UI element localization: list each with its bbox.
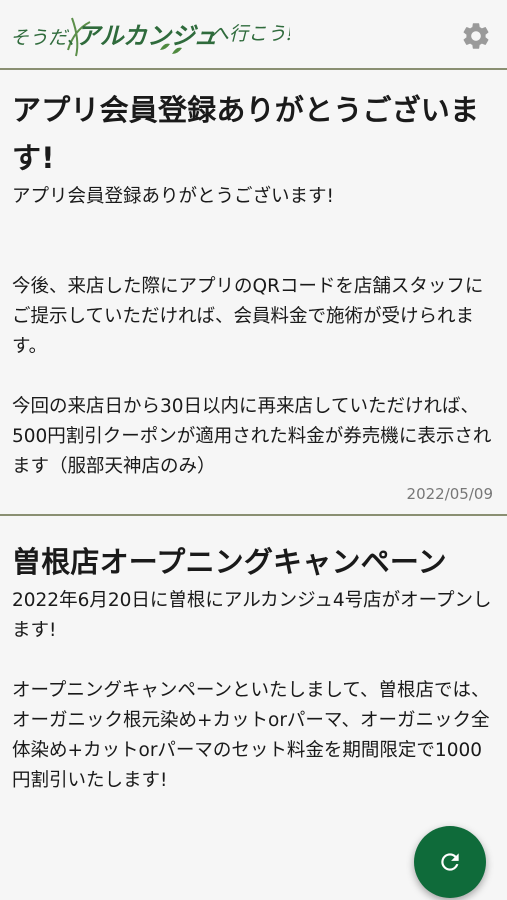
- article-title: 曽根店オープニングキャンペーン: [12, 545, 447, 579]
- news-item[interactable]: アプリ会員登録ありがとうございます! アプリ会員登録ありがとうございます! 今後…: [0, 72, 507, 514]
- refresh-icon: [441, 853, 459, 871]
- brand-logo: そうだ、 アルカンジュ へ行こう!: [10, 17, 290, 57]
- article-body: アプリ会員登録ありがとうございます! 今後、来店した際にアプリのQRコードを店舗…: [12, 186, 492, 477]
- article-body: 2022年6月20日に曽根にアルカンジュ4号店がオープンします! オープニングキ…: [12, 590, 492, 791]
- gear-icon[interactable]: [460, 20, 492, 52]
- refresh-button[interactable]: [414, 826, 486, 898]
- news-item[interactable]: 曽根店オープニングキャンペーン 2022年6月20日に曽根にアルカンジュ4号店が…: [0, 514, 507, 796]
- article-title: アプリ会員登録ありがとうございます!: [12, 93, 480, 175]
- app-header: そうだ、 アルカンジュ へ行こう!: [0, 0, 507, 70]
- article-date: 2022/05/09: [406, 485, 493, 503]
- svg-text:そうだ、: そうだ、: [10, 27, 85, 49]
- news-feed[interactable]: アプリ会員登録ありがとうございます! アプリ会員登録ありがとうございます! 今後…: [0, 72, 507, 900]
- svg-text:アルカンジュ: アルカンジュ: [76, 21, 217, 50]
- svg-text:へ行こう!: へ行こう!: [210, 23, 290, 45]
